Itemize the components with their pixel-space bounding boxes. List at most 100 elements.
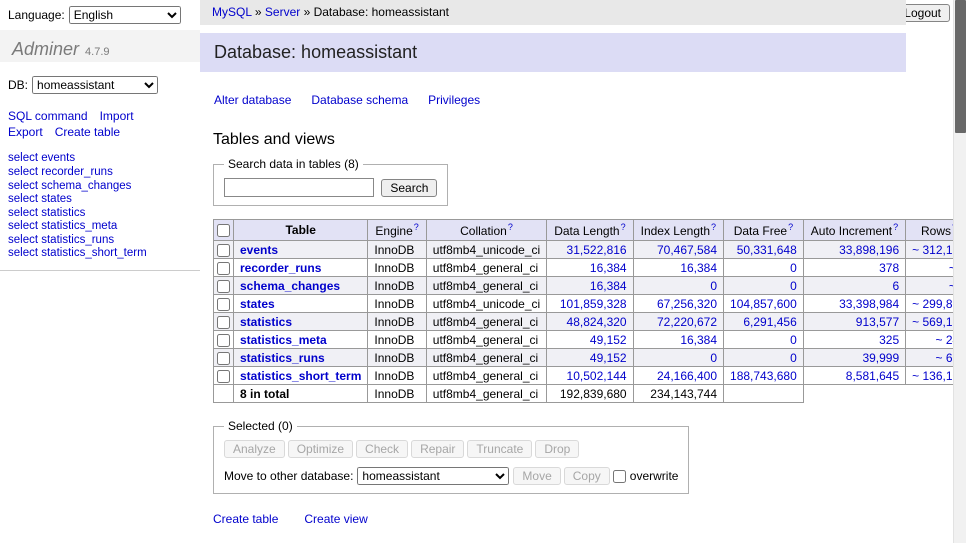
row-checkbox[interactable] bbox=[217, 298, 230, 311]
sidebar-table-link[interactable]: select states bbox=[8, 193, 200, 207]
sidebar-link[interactable]: SQL command bbox=[8, 109, 88, 123]
move-db-select[interactable]: homeassistant bbox=[357, 467, 509, 485]
auto-increment-link[interactable]: 6 bbox=[892, 279, 899, 293]
index-length-link[interactable]: 0 bbox=[710, 279, 717, 293]
help-icon[interactable]: ? bbox=[711, 222, 716, 232]
table-name-link[interactable]: events bbox=[240, 243, 278, 257]
help-icon[interactable]: ? bbox=[893, 222, 898, 232]
auto-increment-link[interactable]: 378 bbox=[879, 261, 899, 275]
auto-increment-link[interactable]: 325 bbox=[879, 333, 899, 347]
table-name-link[interactable]: statistics bbox=[240, 315, 292, 329]
help-icon[interactable]: ? bbox=[508, 222, 513, 232]
db-actions: Alter database Database schema Privileges bbox=[214, 93, 906, 107]
table-name-link[interactable]: statistics_meta bbox=[240, 333, 327, 347]
breadcrumb-item[interactable]: MySQL bbox=[212, 5, 252, 19]
scrollbar-thumb[interactable] bbox=[955, 0, 966, 133]
sidebar-link[interactable]: Create table bbox=[55, 125, 120, 139]
data-length-link[interactable]: 101,859,328 bbox=[560, 297, 627, 311]
auto-increment-link[interactable]: 8,581,645 bbox=[846, 369, 899, 383]
auto-increment-link[interactable]: 39,999 bbox=[862, 351, 899, 365]
sidebar-table-link[interactable]: select statistics_runs bbox=[8, 234, 200, 248]
overwrite-checkbox[interactable] bbox=[613, 470, 626, 483]
auto-increment-link[interactable]: 33,398,984 bbox=[839, 297, 899, 311]
index-length-link[interactable]: 0 bbox=[710, 351, 717, 365]
data-free-link[interactable]: 50,331,648 bbox=[737, 243, 797, 257]
drop-button[interactable]: Drop bbox=[535, 440, 579, 458]
sidebar-table-link[interactable]: select statistics_meta bbox=[8, 220, 200, 234]
help-icon[interactable]: ? bbox=[621, 222, 626, 232]
copy-button[interactable]: Copy bbox=[564, 467, 610, 485]
row-checkbox[interactable] bbox=[217, 352, 230, 365]
table-row: statisticsInnoDButf8mb4_general_ci48,824… bbox=[214, 313, 966, 331]
data-free-link[interactable]: 104,857,600 bbox=[730, 297, 797, 311]
sidebar-link[interactable]: Import bbox=[100, 109, 134, 123]
create-link[interactable]: Create view bbox=[304, 512, 367, 526]
table-name-link[interactable]: schema_changes bbox=[240, 279, 340, 293]
table-name-cell: statistics_meta bbox=[234, 331, 368, 349]
analyze-button[interactable]: Analyze bbox=[224, 440, 285, 458]
data-free-link[interactable]: 0 bbox=[790, 261, 797, 275]
index-length-cell: 0 bbox=[633, 349, 723, 367]
table-name-link[interactable]: recorder_runs bbox=[240, 261, 321, 275]
data-length-link[interactable]: 16,384 bbox=[590, 261, 627, 275]
table-name-link[interactable]: states bbox=[240, 297, 275, 311]
repair-button[interactable]: Repair bbox=[411, 440, 464, 458]
table-name-link[interactable]: statistics_short_term bbox=[240, 369, 361, 383]
check-button[interactable]: Check bbox=[356, 440, 408, 458]
index-length-link[interactable]: 16,384 bbox=[680, 333, 717, 347]
auto-increment-cell: 913,577 bbox=[803, 313, 905, 331]
row-checkbox[interactable] bbox=[217, 280, 230, 293]
index-length-link[interactable]: 67,256,320 bbox=[657, 297, 717, 311]
data-length-link[interactable]: 31,522,816 bbox=[567, 243, 627, 257]
index-length-link[interactable]: 24,166,400 bbox=[657, 369, 717, 383]
language-select[interactable]: English bbox=[69, 6, 181, 24]
optimize-button[interactable]: Optimize bbox=[288, 440, 353, 458]
sidebar-table-link[interactable]: select schema_changes bbox=[8, 180, 200, 194]
row-checkbox[interactable] bbox=[217, 316, 230, 329]
help-icon[interactable]: ? bbox=[788, 222, 793, 232]
data-length-link[interactable]: 49,152 bbox=[590, 351, 627, 365]
vertical-scrollbar[interactable] bbox=[953, 0, 966, 543]
db-action-link[interactable]: Alter database bbox=[214, 93, 291, 107]
move-button[interactable]: Move bbox=[513, 467, 560, 485]
sidebar-table-link[interactable]: select events bbox=[8, 152, 200, 166]
db-action-link[interactable]: Privileges bbox=[428, 93, 480, 107]
index-length-link[interactable]: 70,467,584 bbox=[657, 243, 717, 257]
search-input[interactable] bbox=[224, 178, 374, 197]
breadcrumb-item[interactable]: Server bbox=[265, 5, 300, 19]
row-checkbox[interactable] bbox=[217, 370, 230, 383]
search-button[interactable]: Search bbox=[381, 179, 437, 197]
sidebar-link[interactable]: Export bbox=[8, 125, 43, 139]
index-length-link[interactable]: 72,220,672 bbox=[657, 315, 717, 329]
table-name-link[interactable]: statistics_runs bbox=[240, 351, 325, 365]
truncate-button[interactable]: Truncate bbox=[467, 440, 532, 458]
index-length-link[interactable]: 16,384 bbox=[680, 261, 717, 275]
db-action-link[interactable]: Database schema bbox=[311, 93, 408, 107]
data-length-link[interactable]: 48,824,320 bbox=[567, 315, 627, 329]
help-icon[interactable]: ? bbox=[414, 222, 419, 232]
engine-cell: InnoDB bbox=[368, 295, 426, 313]
row-checkbox[interactable] bbox=[217, 244, 230, 257]
data-free-link[interactable]: 6,291,456 bbox=[743, 315, 796, 329]
sidebar-table-link[interactable]: select statistics_short_term bbox=[8, 247, 200, 261]
sidebar-table-link[interactable]: select statistics bbox=[8, 207, 200, 221]
data-length-cell: 49,152 bbox=[547, 331, 633, 349]
data-free-link[interactable]: 0 bbox=[790, 351, 797, 365]
data-length-link[interactable]: 16,384 bbox=[590, 279, 627, 293]
create-link[interactable]: Create table bbox=[213, 512, 278, 526]
data-free-link[interactable]: 0 bbox=[790, 279, 797, 293]
db-select[interactable]: homeassistant bbox=[32, 76, 158, 94]
auto-increment-link[interactable]: 33,898,196 bbox=[839, 243, 899, 257]
row-checkbox[interactable] bbox=[217, 334, 230, 347]
table-row: recorder_runsInnoDButf8mb4_general_ci16,… bbox=[214, 259, 966, 277]
row-checkbox-cell bbox=[214, 241, 234, 259]
select-all-checkbox[interactable] bbox=[217, 224, 230, 237]
row-checkbox[interactable] bbox=[217, 262, 230, 275]
data-free-link[interactable]: 0 bbox=[790, 333, 797, 347]
sidebar-table-link[interactable]: select recorder_runs bbox=[8, 166, 200, 180]
data-length-link[interactable]: 10,502,144 bbox=[567, 369, 627, 383]
auto-increment-link[interactable]: 913,577 bbox=[856, 315, 899, 329]
data-free-link[interactable]: 188,743,680 bbox=[730, 369, 797, 383]
data-length-link[interactable]: 49,152 bbox=[590, 333, 627, 347]
language-bar: Language:English bbox=[8, 6, 181, 24]
